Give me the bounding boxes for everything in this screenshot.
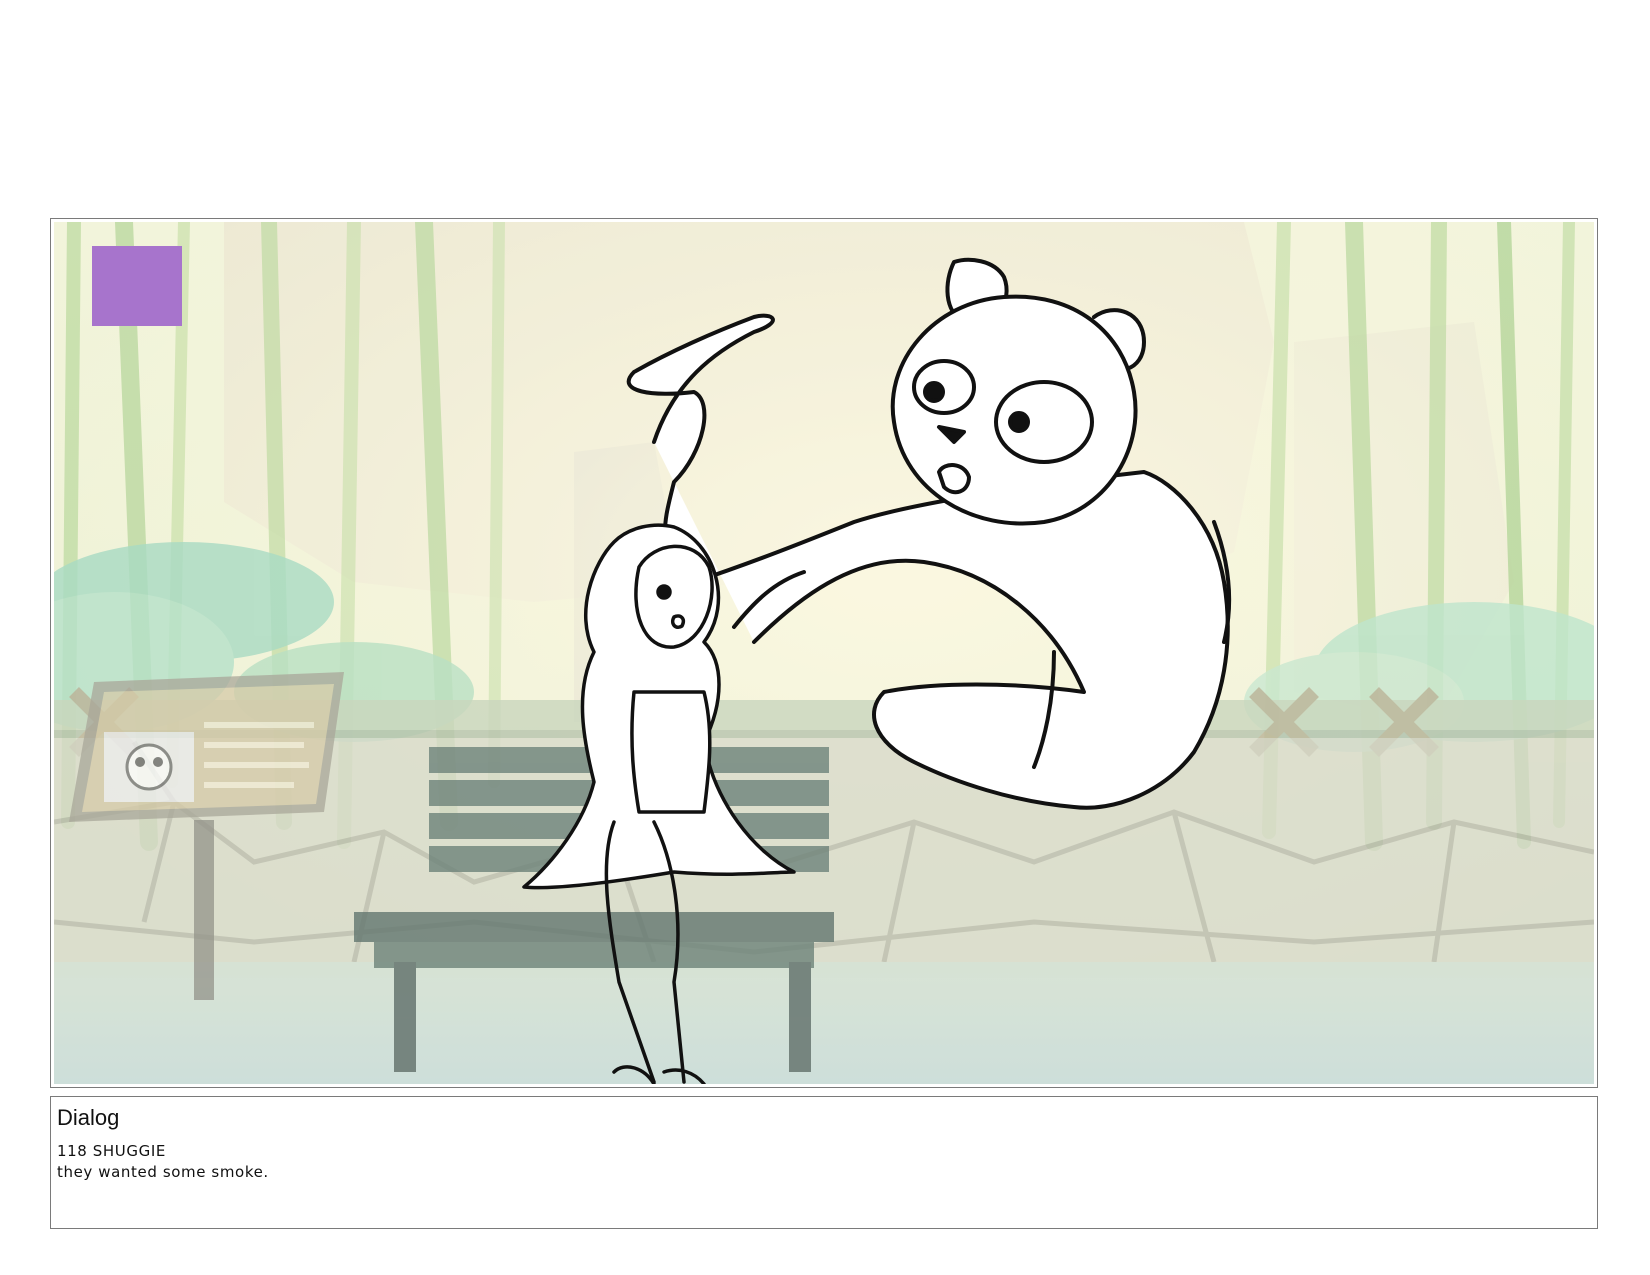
dialog-heading: Dialog bbox=[57, 1105, 120, 1130]
dialog-text-line: they wanted some smoke. bbox=[57, 1163, 269, 1181]
panel-artwork bbox=[54, 222, 1594, 1084]
background-scene bbox=[54, 222, 1594, 1084]
dialog-box: Dialog 118 SHUGGIE they wanted some smok… bbox=[50, 1096, 1598, 1229]
dialog-speaker-line: 118 SHUGGIE bbox=[57, 1142, 166, 1160]
storyboard-panel bbox=[50, 218, 1598, 1088]
panel-marker bbox=[92, 246, 182, 326]
